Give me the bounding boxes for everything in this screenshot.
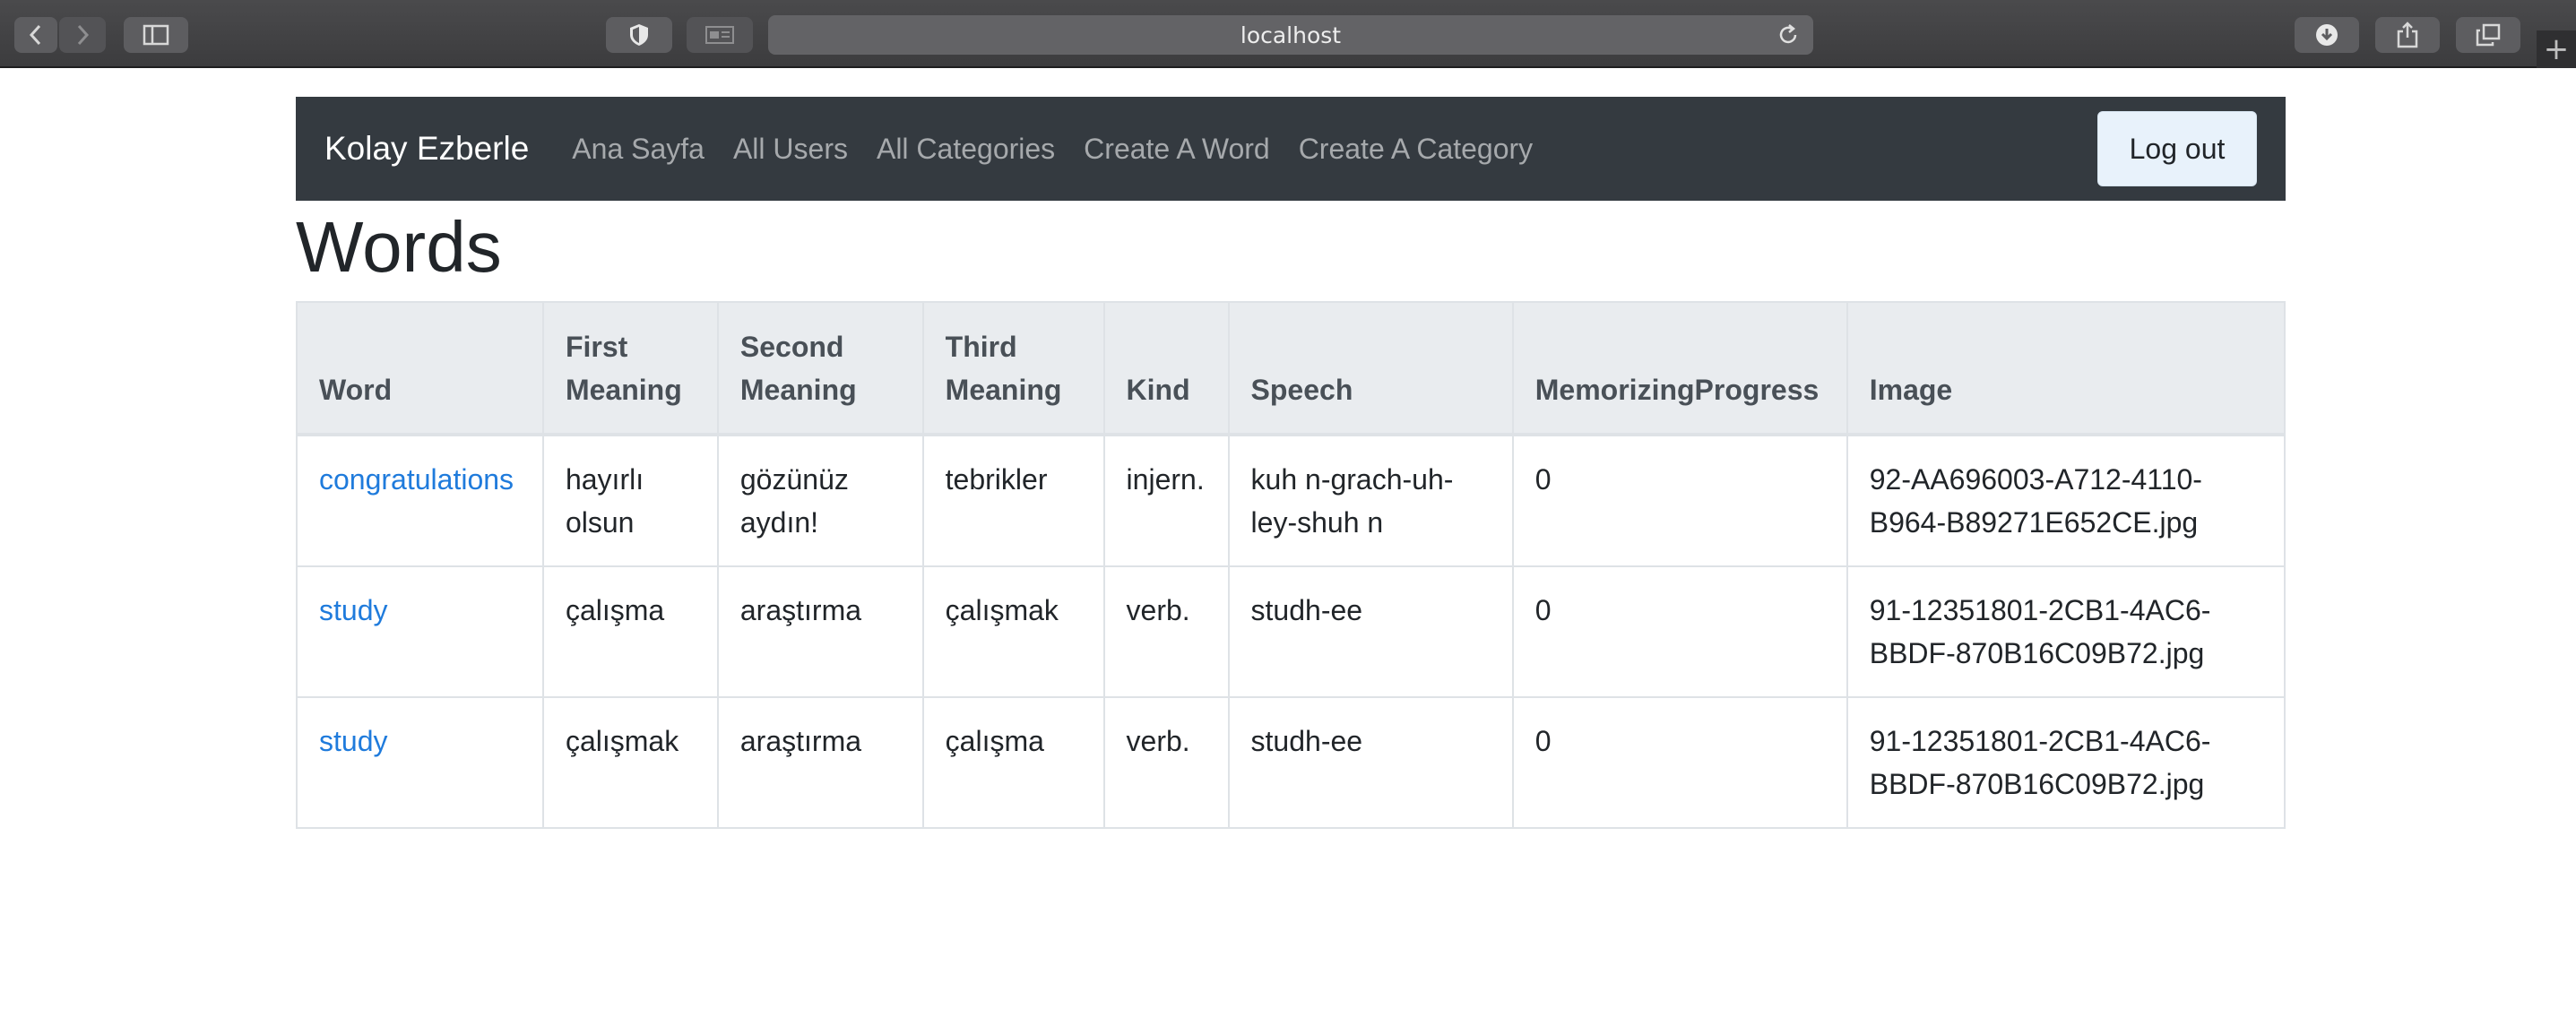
cell-kind: verb.: [1102, 565, 1230, 698]
nav-link-create-word[interactable]: Create A Word: [1084, 133, 1270, 166]
cell-word: congratulations: [296, 434, 544, 567]
column-header-memorizing-progress: MemorizingProgress: [1511, 301, 1848, 436]
cell-memorizing-progress: 0: [1511, 434, 1848, 567]
download-icon[interactable]: [2295, 17, 2359, 53]
column-header-first-meaning: First Meaning: [541, 301, 719, 436]
back-icon[interactable]: [14, 17, 57, 53]
column-header-third-meaning: Third Meaning: [921, 301, 1105, 436]
cell-first-meaning: hayırlı olsun: [541, 434, 719, 567]
reload-icon[interactable]: [1776, 22, 1801, 53]
nav-link-all-users[interactable]: All Users: [733, 133, 848, 166]
cell-image: 91-12351801-2CB1-4AC6-BBDF-870B16C09B72.…: [1846, 696, 2286, 829]
column-header-second-meaning: Second Meaning: [716, 301, 924, 436]
cell-speech: kuh n-grach-uh-ley-shuh n: [1227, 434, 1514, 567]
cell-second-meaning: gözünüz aydın!: [716, 434, 924, 567]
new-tab-icon[interactable]: +: [2537, 30, 2576, 68]
nav-link-all-categories[interactable]: All Categories: [877, 133, 1055, 166]
reader-icon[interactable]: [687, 17, 753, 53]
cell-speech: studh-ee: [1227, 696, 1514, 829]
cell-third-meaning: çalışmak: [921, 565, 1105, 698]
table-row: study çalışma araştırma çalışmak verb. s…: [296, 565, 2286, 698]
forward-icon[interactable]: [59, 17, 106, 53]
column-header-speech: Speech: [1227, 301, 1514, 436]
cell-memorizing-progress: 0: [1511, 565, 1848, 698]
cell-third-meaning: tebrikler: [921, 434, 1105, 567]
address-bar[interactable]: localhost: [768, 15, 1813, 55]
word-link[interactable]: congratulations: [319, 463, 514, 496]
column-header-image: Image: [1846, 301, 2286, 436]
cell-image: 92-AA696003-A712-4110-B964-B89271E652CE.…: [1846, 434, 2286, 567]
cell-kind: injern.: [1102, 434, 1230, 567]
cell-memorizing-progress: 0: [1511, 696, 1848, 829]
url-text: localhost: [1240, 22, 1342, 48]
cell-kind: verb.: [1102, 696, 1230, 829]
word-link[interactable]: study: [319, 594, 387, 626]
cell-image: 91-12351801-2CB1-4AC6-BBDF-870B16C09B72.…: [1846, 565, 2286, 698]
sidebar-icon[interactable]: [124, 17, 188, 53]
privacy-icon[interactable]: [606, 17, 672, 53]
table-header-row: Word First Meaning Second Meaning Third …: [296, 301, 2286, 436]
cell-word: study: [296, 696, 544, 829]
word-link[interactable]: study: [319, 725, 387, 757]
navbar-brand[interactable]: Kolay Ezberle: [324, 130, 529, 168]
share-icon[interactable]: [2375, 17, 2440, 53]
navbar: Kolay Ezberle Ana Sayfa All Users All Ca…: [296, 97, 2286, 201]
column-header-word: Word: [296, 301, 544, 436]
table-row: study çalışmak araştırma çalışma verb. s…: [296, 696, 2286, 829]
cell-speech: studh-ee: [1227, 565, 1514, 698]
page-title: Words: [296, 207, 502, 287]
table-row: congratulations hayırlı olsun gözünüz ay…: [296, 434, 2286, 567]
cell-first-meaning: çalışmak: [541, 696, 719, 829]
nav-link-home[interactable]: Ana Sayfa: [572, 133, 705, 166]
words-table: Word First Meaning Second Meaning Third …: [296, 301, 2286, 829]
cell-second-meaning: araştırma: [716, 565, 924, 698]
cell-first-meaning: çalışma: [541, 565, 719, 698]
cell-word: study: [296, 565, 544, 698]
column-header-kind: Kind: [1102, 301, 1230, 436]
cell-second-meaning: araştırma: [716, 696, 924, 829]
logout-button[interactable]: Log out: [2097, 111, 2257, 186]
tabs-icon[interactable]: [2456, 17, 2520, 53]
nav-link-create-category[interactable]: Create A Category: [1299, 133, 1533, 166]
browser-toolbar: localhost +: [0, 0, 2576, 68]
cell-third-meaning: çalışma: [921, 696, 1105, 829]
